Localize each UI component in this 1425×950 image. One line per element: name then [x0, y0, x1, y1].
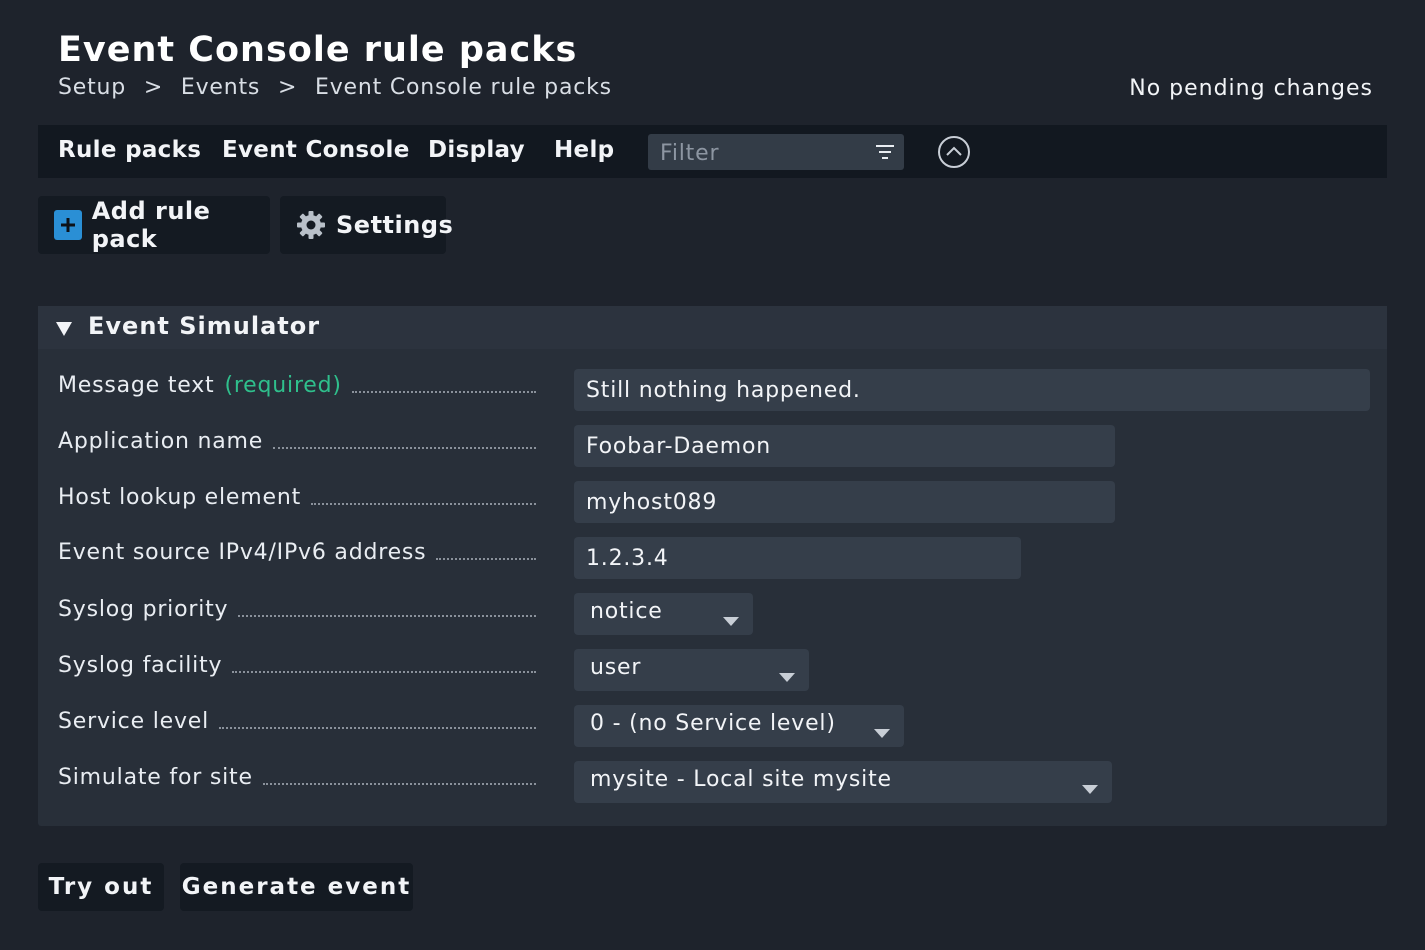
service-level-label: Service level	[58, 704, 536, 734]
label-dots	[436, 558, 536, 560]
breadcrumb-separator: >	[143, 75, 164, 100]
breadcrumb-separator: >	[277, 75, 298, 100]
event-simulator-panel: Event Simulator Message text (required) …	[38, 306, 1387, 826]
try-out-button[interactable]: Try out	[38, 863, 164, 911]
settings-label: Settings	[336, 211, 454, 239]
syslog-facility-label-text: Syslog facility	[58, 653, 223, 678]
application-name-label-text: Application name	[58, 429, 264, 454]
syslog-facility-value: user	[590, 655, 642, 680]
message-text-label: Message text (required)	[58, 368, 536, 398]
message-text-input[interactable]	[574, 369, 1370, 411]
event-source-label-text: Event source IPv4/IPv6 address	[58, 540, 427, 565]
add-rule-pack-button[interactable]: Add rule pack	[38, 196, 270, 254]
menu-display[interactable]: Display	[428, 137, 525, 163]
chevron-down-icon	[1082, 779, 1098, 798]
service-level-label-text: Service level	[58, 709, 210, 734]
event-simulator-title: Event Simulator	[88, 312, 321, 340]
service-level-select[interactable]: 0 - (no Service level)	[574, 705, 904, 747]
filter-lines-icon[interactable]	[876, 144, 894, 164]
filter-input[interactable]	[648, 134, 882, 172]
gear-icon	[296, 210, 326, 240]
syslog-priority-label-text: Syslog priority	[58, 597, 229, 622]
label-dots	[311, 503, 536, 505]
application-name-label: Application name	[58, 424, 536, 454]
menu-rule-packs[interactable]: Rule packs	[58, 137, 201, 163]
menu-help[interactable]: Help	[554, 137, 614, 163]
event-source-field	[574, 537, 1021, 579]
syslog-priority-select[interactable]: notice	[574, 593, 753, 635]
label-dots	[219, 727, 536, 729]
breadcrumb-item-setup[interactable]: Setup	[58, 75, 126, 100]
label-dots	[273, 447, 536, 449]
event-source-input[interactable]	[574, 537, 1021, 579]
breadcrumb-item-current[interactable]: Event Console rule packs	[315, 75, 612, 100]
menu-event-console[interactable]: Event Console	[222, 137, 410, 163]
page: Event Console rule packs Setup > Events …	[0, 0, 1425, 950]
syslog-facility-label: Syslog facility	[58, 648, 536, 678]
syslog-priority-label: Syslog priority	[58, 592, 536, 622]
settings-button[interactable]: Settings	[280, 196, 453, 254]
host-lookup-label-text: Host lookup element	[58, 485, 301, 510]
chevron-up-circle-icon[interactable]	[937, 135, 971, 173]
event-simulator-header[interactable]: Event Simulator	[38, 306, 1387, 349]
chevron-down-icon	[723, 611, 739, 630]
chevron-down-icon	[874, 723, 890, 742]
plus-icon	[54, 210, 82, 240]
message-text-field	[574, 369, 1370, 411]
simulate-site-label: Simulate for site	[58, 760, 536, 790]
page-title: Event Console rule packs	[58, 30, 578, 70]
syslog-priority-value: notice	[590, 599, 663, 624]
host-lookup-field	[574, 481, 1115, 523]
required-marker: (required)	[224, 373, 342, 398]
simulate-site-value: mysite - Local site mysite	[590, 767, 892, 792]
message-text-label-text: Message text	[58, 373, 215, 398]
breadcrumb: Setup > Events > Event Console rule pack…	[58, 75, 622, 100]
label-dots	[351, 391, 536, 393]
simulate-site-label-text: Simulate for site	[58, 765, 253, 790]
triangle-down-icon	[56, 321, 72, 340]
application-name-field	[574, 425, 1115, 467]
add-rule-pack-label: Add rule pack	[91, 197, 211, 253]
label-dots	[232, 671, 536, 673]
breadcrumb-item-events[interactable]: Events	[181, 75, 260, 100]
generate-event-button[interactable]: Generate event	[180, 863, 413, 911]
menu-bar: Rule packs Event Console Display Help	[38, 125, 1387, 178]
event-source-label: Event source IPv4/IPv6 address	[58, 535, 536, 565]
service-level-value: 0 - (no Service level)	[590, 711, 836, 736]
simulate-site-select[interactable]: mysite - Local site mysite	[574, 761, 1112, 803]
host-lookup-label: Host lookup element	[58, 480, 536, 510]
application-name-input[interactable]	[574, 425, 1115, 467]
chevron-down-icon	[779, 667, 795, 686]
filter-box	[648, 134, 904, 172]
label-dots	[238, 615, 536, 617]
label-dots	[262, 783, 536, 785]
syslog-facility-select[interactable]: user	[574, 649, 809, 691]
pending-changes-status[interactable]: No pending changes	[1129, 76, 1373, 101]
host-lookup-input[interactable]	[574, 481, 1115, 523]
